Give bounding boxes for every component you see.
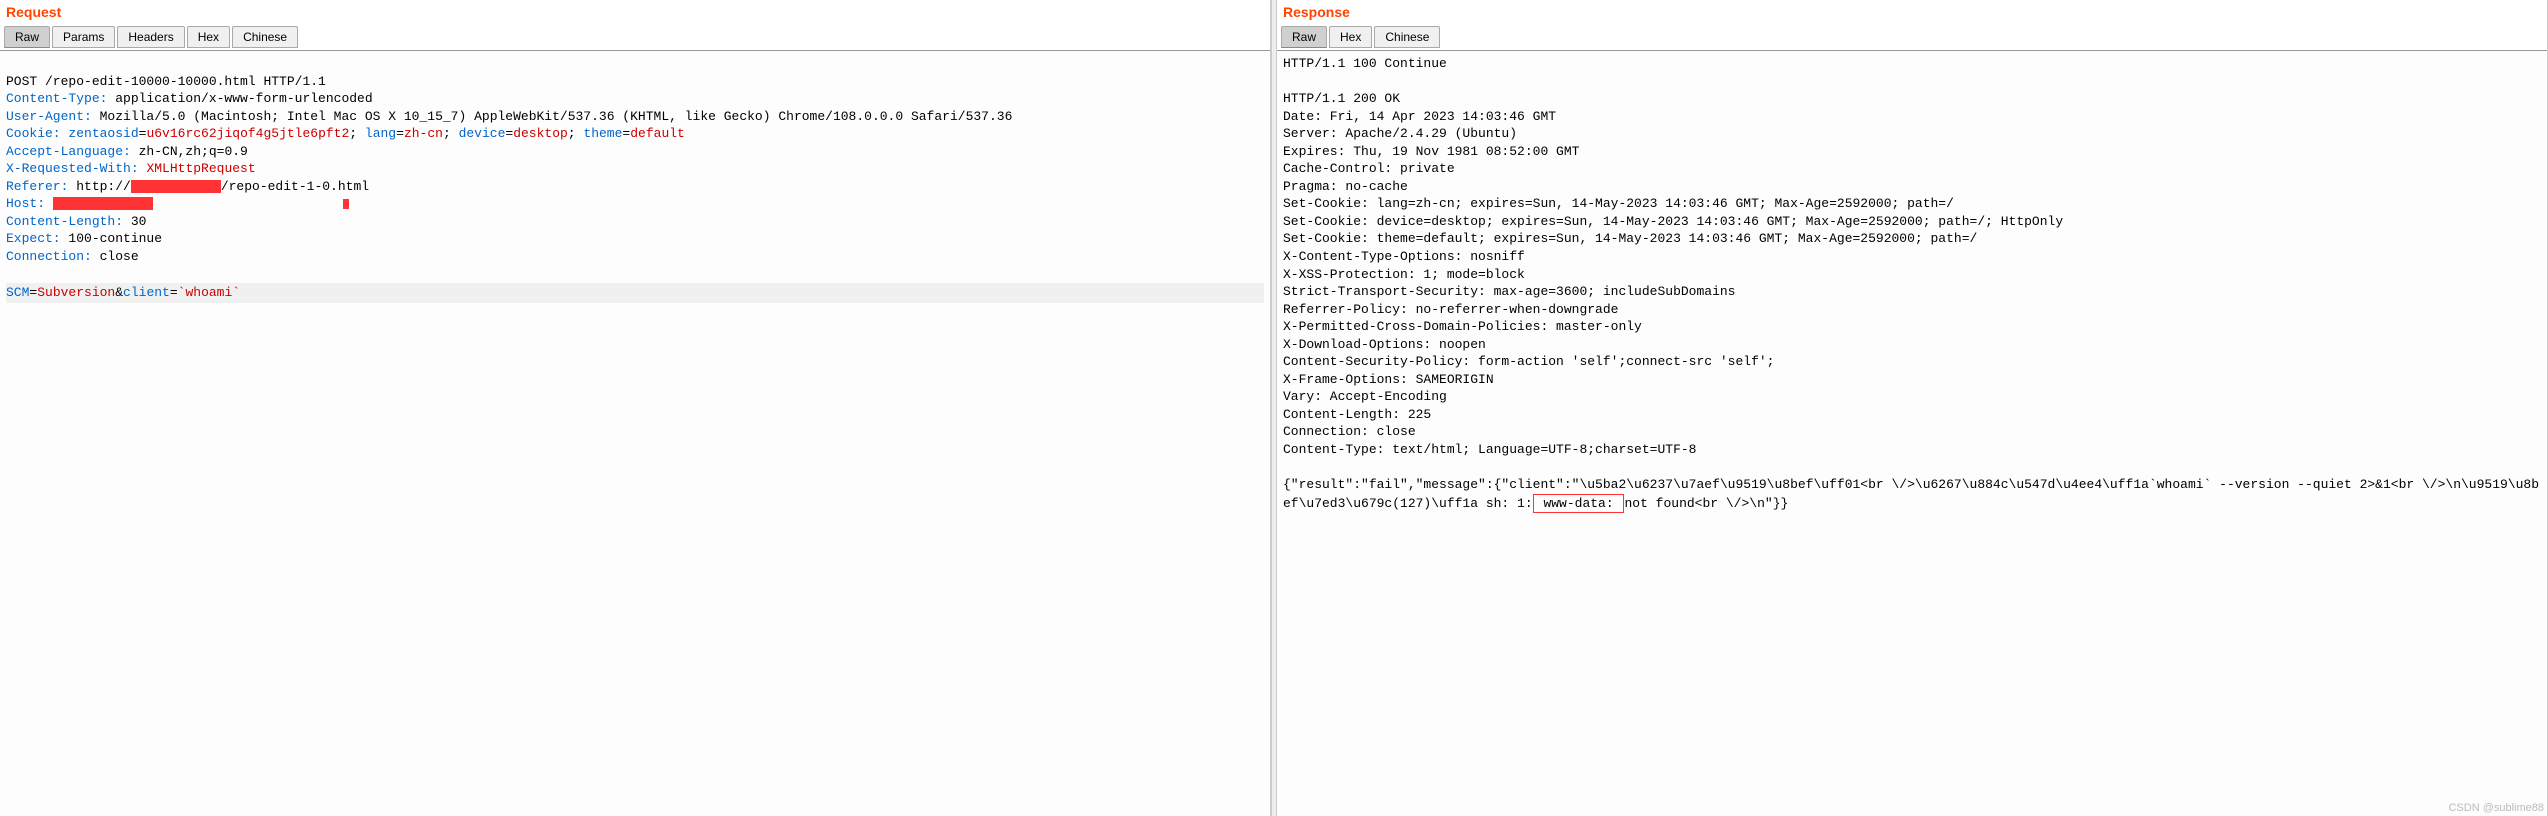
response-body-a: {"result":"fail","message":{"client":"\u… <box>1283 477 2539 511</box>
body-v1: Subversion <box>37 285 115 300</box>
cookie-v4: default <box>630 126 685 141</box>
request-body: SCM=Subversion&client=`whoami` <box>6 283 1264 303</box>
cookie-v1: u6v16rc62jiqof4g5jtle6pft2 <box>146 126 349 141</box>
body-k2: client <box>123 285 170 300</box>
request-title: Request <box>0 0 1270 24</box>
request-tabs: Raw Params Headers Hex Chinese <box>0 24 1270 51</box>
hdr-connection-val: close <box>100 249 139 264</box>
tab-params[interactable]: Params <box>52 26 115 48</box>
hdr-cookie-key: Cookie: <box>6 126 68 141</box>
cookie-k2: lang <box>365 126 396 141</box>
body-v2: `whoami` <box>178 285 240 300</box>
hdr-host-key: Host: <box>6 196 53 211</box>
main-container: Request Raw Params Headers Hex Chinese P… <box>0 0 2548 816</box>
hdr-user-agent-key: User-Agent: <box>6 109 100 124</box>
hdr-referer-val-a: http:// <box>76 179 131 194</box>
hdr-content-length-val: 30 <box>131 214 147 229</box>
body-amp: & <box>115 285 123 300</box>
request-line: POST /repo-edit-10000-10000.html HTTP/1.… <box>6 74 326 89</box>
cookie-v2: zh-cn <box>404 126 443 141</box>
resp-tab-raw[interactable]: Raw <box>1281 26 1327 48</box>
watermark: CSDN @sublime88 <box>2448 802 2544 814</box>
tab-headers[interactable]: Headers <box>117 26 184 48</box>
redacted-referer <box>131 180 221 193</box>
hdr-referer-key: Referer: <box>6 179 76 194</box>
request-panel: Request Raw Params Headers Hex Chinese P… <box>0 0 1271 816</box>
hdr-xreq-val: XMLHttpRequest <box>146 161 255 176</box>
response-tabs: Raw Hex Chinese <box>1277 24 2547 51</box>
response-headers: HTTP/1.1 100 Continue HTTP/1.1 200 OK Da… <box>1283 56 2063 457</box>
response-panel: Response Raw Hex Chinese HTTP/1.1 100 Co… <box>1277 0 2548 816</box>
tab-chinese[interactable]: Chinese <box>232 26 298 48</box>
hdr-user-agent-val: Mozilla/5.0 (Macintosh; Intel Mac OS X 1… <box>100 109 1013 124</box>
hdr-content-type-val: application/x-www-form-urlencoded <box>115 91 372 106</box>
body-eq: = <box>170 285 178 300</box>
cookie-v3: desktop <box>513 126 568 141</box>
request-content[interactable]: POST /repo-edit-10000-10000.html HTTP/1.… <box>0 51 1270 816</box>
redacted-host <box>53 197 153 210</box>
hdr-referer-val-b: /repo-edit-1-0.html <box>221 179 369 194</box>
cookie-k3: device <box>459 126 506 141</box>
hdr-accept-lang-key: Accept-Language: <box>6 144 139 159</box>
body-k1: SCM <box>6 285 29 300</box>
hdr-connection-key: Connection: <box>6 249 100 264</box>
redacted-extra <box>343 199 349 209</box>
tab-hex[interactable]: Hex <box>187 26 230 48</box>
hdr-expect-key: Expect: <box>6 231 68 246</box>
hdr-expect-val: 100-continue <box>68 231 162 246</box>
tab-raw[interactable]: Raw <box>4 26 50 48</box>
highlighted-www-data: www-data: <box>1533 494 1625 514</box>
response-body-b: not found<br \/>\n"}} <box>1624 496 1788 511</box>
cookie-k1: zentaosid <box>68 126 138 141</box>
cookie-k4: theme <box>583 126 622 141</box>
resp-tab-chinese[interactable]: Chinese <box>1374 26 1440 48</box>
response-content[interactable]: HTTP/1.1 100 Continue HTTP/1.1 200 OK Da… <box>1277 51 2547 816</box>
hdr-accept-lang-val: zh-CN,zh;q=0.9 <box>139 144 248 159</box>
hdr-content-type-key: Content-Type: <box>6 91 115 106</box>
hdr-content-length-key: Content-Length: <box>6 214 131 229</box>
response-title: Response <box>1277 0 2547 24</box>
hdr-xreq-key: X-Requested-With: <box>6 161 146 176</box>
resp-tab-hex[interactable]: Hex <box>1329 26 1372 48</box>
